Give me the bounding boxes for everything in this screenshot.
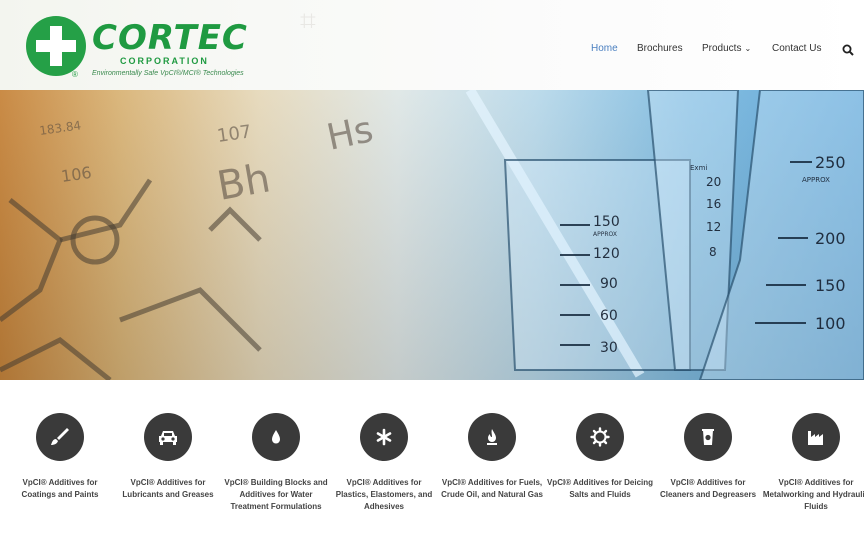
asterisk-icon (376, 428, 392, 446)
nav-brochures[interactable]: Brochures (637, 43, 683, 54)
feature-grid: VpCI® Additives for Coatings and Paints … (0, 380, 864, 559)
cylinder-mark-16: 16 (706, 197, 721, 211)
feature-icon-circle (576, 413, 624, 461)
sketch-text-2: 107 (216, 121, 253, 147)
main-nav: Home Brochures Products ⌄ Contact Us (0, 43, 864, 59)
small-beaker-mark-30: 30 (600, 340, 618, 356)
sketch-text-3: 106 (60, 163, 93, 186)
cylinder-mark-12: 12 (706, 220, 721, 234)
chevron-down-icon: ⌄ (744, 44, 752, 53)
feature-icon-circle (360, 413, 408, 461)
feature-label: VpCI® Additives for Plastics, Elastomers… (335, 478, 433, 511)
flask-mark-200: 200 (815, 229, 846, 248)
cylinder-mark-8: 8 (709, 245, 717, 259)
nav-home[interactable]: Home (591, 43, 618, 54)
feature-metalworking-hydraulic[interactable]: VpCI® Additives for Metalworking and Hyd… (762, 413, 864, 513)
feature-icon-circle (144, 413, 192, 461)
cylinder-mark-unit: Exmi (690, 164, 707, 172)
flask-mark-100: 100 (815, 314, 846, 333)
small-beaker-mark-120: 120 (593, 246, 620, 262)
sketch-text-4: Bh (214, 155, 274, 209)
small-beaker-approx: APPROX (593, 231, 617, 238)
feature-label: VpCI® Additives for Deicing Salts and Fl… (546, 478, 654, 499)
flask-approx: APPROX (802, 176, 830, 184)
feature-label: VpCI® Building Blocks and Additives for … (224, 478, 328, 511)
logo-registered-mark: ® (72, 70, 78, 79)
cleaner-bucket-icon (702, 429, 714, 445)
feature-label: VpCI® Additives for Fuels, Crude Oil, an… (441, 478, 543, 499)
feature-coatings-paints[interactable]: VpCI® Additives for Coatings and Paints (6, 413, 114, 501)
gear-icon (590, 427, 610, 447)
feature-icon-circle (36, 413, 84, 461)
logo-tagline: Environmentally Safe VpCI®/MCI® Technolo… (92, 70, 244, 77)
header-watermark: ⌗ (300, 4, 316, 37)
flask-mark-250: 250 (815, 153, 846, 172)
paintbrush-icon (51, 428, 69, 445)
feature-deicing-salts[interactable]: VpCI® Additives for Deicing Salts and Fl… (546, 413, 654, 501)
feature-label: VpCI® Additives for Cleaners and Degreas… (659, 478, 757, 499)
sketch-text-5: Hs (323, 109, 376, 159)
feature-icon-circle (792, 413, 840, 461)
site-header: ⌗ ® CORTEC CORPORATION Environmentally S… (0, 0, 864, 90)
search-icon[interactable] (842, 44, 854, 56)
feature-icon-circle (468, 413, 516, 461)
factory-icon (808, 431, 823, 445)
feature-label: VpCI® Additives for Coatings and Paints (21, 478, 99, 499)
feature-icon-circle (684, 413, 732, 461)
feature-plastics-elastomers[interactable]: VpCI® Additives for Plastics, Elastomers… (330, 413, 438, 513)
car-icon (159, 431, 177, 445)
small-beaker-mark-90: 90 (600, 276, 618, 292)
hero-illustration: 183.84 107 106 Bh Hs 150 APPROX 120 90 6… (0, 90, 864, 380)
nav-products-label: Products (702, 43, 742, 54)
sketch-labels: 183.84 107 106 Bh Hs (38, 109, 376, 210)
feature-cleaners-degreasers[interactable]: VpCI® Additives for Cleaners and Degreas… (654, 413, 762, 501)
nav-products[interactable]: Products ⌄ (702, 43, 751, 54)
feature-water-treatment[interactable]: VpCI® Building Blocks and Additives for … (222, 413, 330, 513)
small-beaker-mark-60: 60 (600, 308, 618, 324)
feature-fuels-crude-oil[interactable]: VpCI® Additives for Fuels, Crude Oil, an… (438, 413, 546, 501)
hero-banner: 183.84 107 106 Bh Hs 150 APPROX 120 90 6… (0, 90, 864, 380)
feature-label: VpCI® Additives for Metalworking and Hyd… (762, 478, 864, 511)
flask-mark-150: 150 (815, 276, 846, 295)
feature-lubricants-greases[interactable]: VpCI® Additives for Lubricants and Greas… (114, 413, 222, 501)
fuel-flame-icon (487, 429, 497, 445)
feature-label: VpCI® Additives for Lubricants and Greas… (122, 478, 214, 499)
sketch-text-1: 183.84 (38, 118, 82, 138)
cylinder-mark-20: 20 (706, 175, 721, 189)
small-beaker-mark-150: 150 (593, 214, 620, 230)
molecule-sketch (0, 178, 262, 380)
nav-contact-us[interactable]: Contact Us (772, 43, 821, 54)
feature-icon-circle (252, 413, 300, 461)
water-drop-icon (272, 430, 280, 444)
